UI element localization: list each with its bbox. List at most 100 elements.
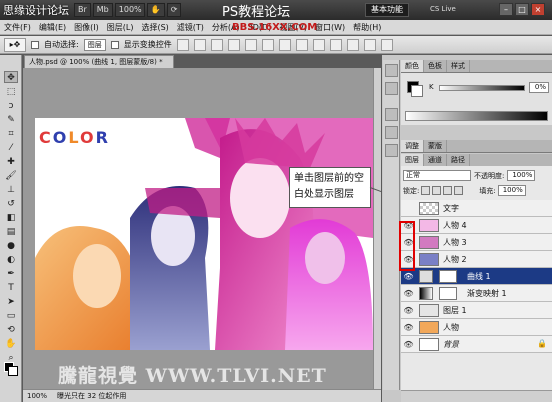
- align-middle-icon[interactable]: [193, 38, 206, 51]
- type-tool-icon[interactable]: T: [4, 282, 18, 294]
- marquee-tool-icon[interactable]: ⬚: [4, 86, 18, 98]
- tab-adjustments[interactable]: 调整: [401, 140, 424, 152]
- auto-align-icon[interactable]: [380, 38, 393, 51]
- quick-selection-tool-icon[interactable]: ✎: [4, 114, 18, 126]
- cs-live-button[interactable]: CS Live: [430, 5, 456, 13]
- menu-image[interactable]: 图像(I): [74, 22, 99, 33]
- move-tool-icon[interactable]: ✥: [4, 71, 18, 83]
- pen-tool-icon[interactable]: ✒: [4, 268, 18, 280]
- align-bottom-icon[interactable]: [210, 38, 223, 51]
- workspace-switcher-button[interactable]: 基本功能: [365, 3, 409, 17]
- tab-masks[interactable]: 蒙版: [424, 140, 447, 152]
- history-panel-icon[interactable]: [385, 64, 398, 77]
- eyedropper-tool-icon[interactable]: ⁄: [4, 142, 18, 154]
- document-tab[interactable]: 人物.psd @ 100% (曲线 1, 图层蒙版/8) *: [24, 55, 174, 68]
- rotate-view-icon[interactable]: ⟳: [166, 3, 182, 17]
- close-button[interactable]: ×: [531, 3, 545, 16]
- menu-select[interactable]: 选择(S): [141, 22, 168, 33]
- document-scrollbar[interactable]: [373, 68, 381, 390]
- blur-tool-icon[interactable]: ●: [4, 240, 18, 252]
- image-canvas[interactable]: COLOR: [35, 118, 373, 350]
- tab-swatches[interactable]: 色板: [424, 60, 447, 72]
- eye-icon[interactable]: 👁: [403, 322, 414, 333]
- character-panel-icon[interactable]: [385, 108, 398, 121]
- align-left-icon[interactable]: [227, 38, 240, 51]
- layer-row-layer-1[interactable]: 👁 图层 1: [401, 302, 552, 319]
- lasso-tool-icon[interactable]: ↄ: [4, 100, 18, 112]
- blend-mode-dropdown[interactable]: 正常: [403, 170, 471, 181]
- actions-panel-icon[interactable]: [385, 82, 398, 95]
- path-selection-tool-icon[interactable]: ➤: [4, 296, 18, 308]
- distribute-top-icon[interactable]: [278, 38, 291, 51]
- menu-edit[interactable]: 编辑(E): [39, 22, 66, 33]
- crop-tool-icon[interactable]: ⌗: [4, 128, 18, 140]
- lock-position-icon[interactable]: [443, 186, 453, 195]
- shape-tool-icon[interactable]: ▭: [4, 310, 18, 322]
- dodge-tool-icon[interactable]: ◐: [4, 254, 18, 266]
- status-zoom[interactable]: 100%: [27, 392, 47, 400]
- opacity-field[interactable]: 100%: [507, 170, 536, 181]
- brush-panel-icon[interactable]: [385, 144, 398, 157]
- lock-transparent-icon[interactable]: [421, 186, 431, 195]
- mini-bridge-button[interactable]: Mb: [92, 3, 113, 17]
- tool-preset-picker[interactable]: ▸✥: [4, 37, 26, 52]
- eraser-tool-icon[interactable]: ◧: [4, 212, 18, 224]
- menu-file[interactable]: 文件(F): [4, 22, 31, 33]
- distribute-bottom-icon[interactable]: [312, 38, 325, 51]
- layer-row-background[interactable]: 👁 背景 🔒: [401, 336, 552, 353]
- layer-row-person-3[interactable]: 👁 人物 3: [401, 234, 552, 251]
- layer-row-person[interactable]: 👁 人物: [401, 319, 552, 336]
- distribute-middle-icon[interactable]: [295, 38, 308, 51]
- maximize-button[interactable]: □: [515, 3, 529, 16]
- hand-tool-icon[interactable]: ✋: [146, 3, 165, 17]
- hand-tool-icon[interactable]: ✋: [4, 338, 18, 350]
- zoom-level-dropdown[interactable]: 100%: [114, 3, 145, 17]
- color-panel-background-swatch[interactable]: [411, 85, 423, 97]
- distribute-center-icon[interactable]: [346, 38, 359, 51]
- menu-help[interactable]: 帮助(H): [353, 22, 381, 33]
- layer-row-person-4[interactable]: 👁 人物 4: [401, 217, 552, 234]
- layer-row-text[interactable]: 文字: [401, 200, 552, 217]
- auto-select-dropdown[interactable]: 图层: [83, 38, 106, 51]
- eye-icon[interactable]: 👁: [403, 305, 414, 316]
- lock-all-icon[interactable]: [454, 186, 464, 195]
- color-ramp[interactable]: [405, 111, 548, 121]
- align-top-icon[interactable]: [176, 38, 189, 51]
- eye-icon[interactable]: 👁: [403, 339, 414, 350]
- menu-filter[interactable]: 滤镜(T): [177, 22, 204, 33]
- align-center-icon[interactable]: [244, 38, 257, 51]
- eye-icon[interactable]: 👁: [403, 271, 414, 282]
- tab-color[interactable]: 颜色: [401, 60, 424, 72]
- 3d-rotate-tool-icon[interactable]: ⟲: [4, 324, 18, 336]
- tab-channels[interactable]: 通道: [424, 154, 447, 166]
- paragraph-panel-icon[interactable]: [385, 126, 398, 139]
- history-brush-tool-icon[interactable]: ↺: [4, 198, 18, 210]
- tab-layers[interactable]: 图层: [401, 154, 424, 166]
- k-value-field[interactable]: 0%: [529, 82, 549, 93]
- auto-select-checkbox[interactable]: [31, 40, 39, 49]
- k-slider[interactable]: [439, 85, 525, 91]
- show-transform-controls-checkbox[interactable]: [110, 40, 119, 49]
- distribute-right-icon[interactable]: [363, 38, 376, 51]
- clone-stamp-tool-icon[interactable]: ⊥: [4, 184, 18, 196]
- healing-brush-tool-icon[interactable]: ✚: [4, 156, 18, 168]
- layer-row-person-2[interactable]: 👁 人物 2: [401, 251, 552, 268]
- brush-tool-icon[interactable]: 🖌: [4, 170, 18, 182]
- eye-icon[interactable]: 👁: [403, 288, 414, 299]
- layer-mask-thumbnail[interactable]: [439, 270, 457, 283]
- tab-styles[interactable]: 样式: [447, 60, 470, 72]
- fill-field[interactable]: 100%: [497, 185, 526, 196]
- menu-layer[interactable]: 图层(L): [107, 22, 134, 33]
- menu-window[interactable]: 窗口(W): [315, 22, 345, 33]
- layer-mask-thumbnail[interactable]: [439, 287, 457, 300]
- bridge-button[interactable]: Br: [74, 3, 91, 17]
- distribute-left-icon[interactable]: [329, 38, 342, 51]
- background-color-swatch[interactable]: [8, 366, 18, 376]
- layer-row-curves-1[interactable]: 👁 曲线 1: [401, 268, 552, 285]
- minimize-button[interactable]: –: [499, 3, 513, 16]
- layer-row-gradient-map-1[interactable]: 👁 渐变映射 1: [401, 285, 552, 302]
- align-right-icon[interactable]: [261, 38, 274, 51]
- gradient-tool-icon[interactable]: ▤: [4, 226, 18, 238]
- tab-paths[interactable]: 路径: [447, 154, 470, 166]
- visibility-toggle-empty[interactable]: [403, 203, 414, 214]
